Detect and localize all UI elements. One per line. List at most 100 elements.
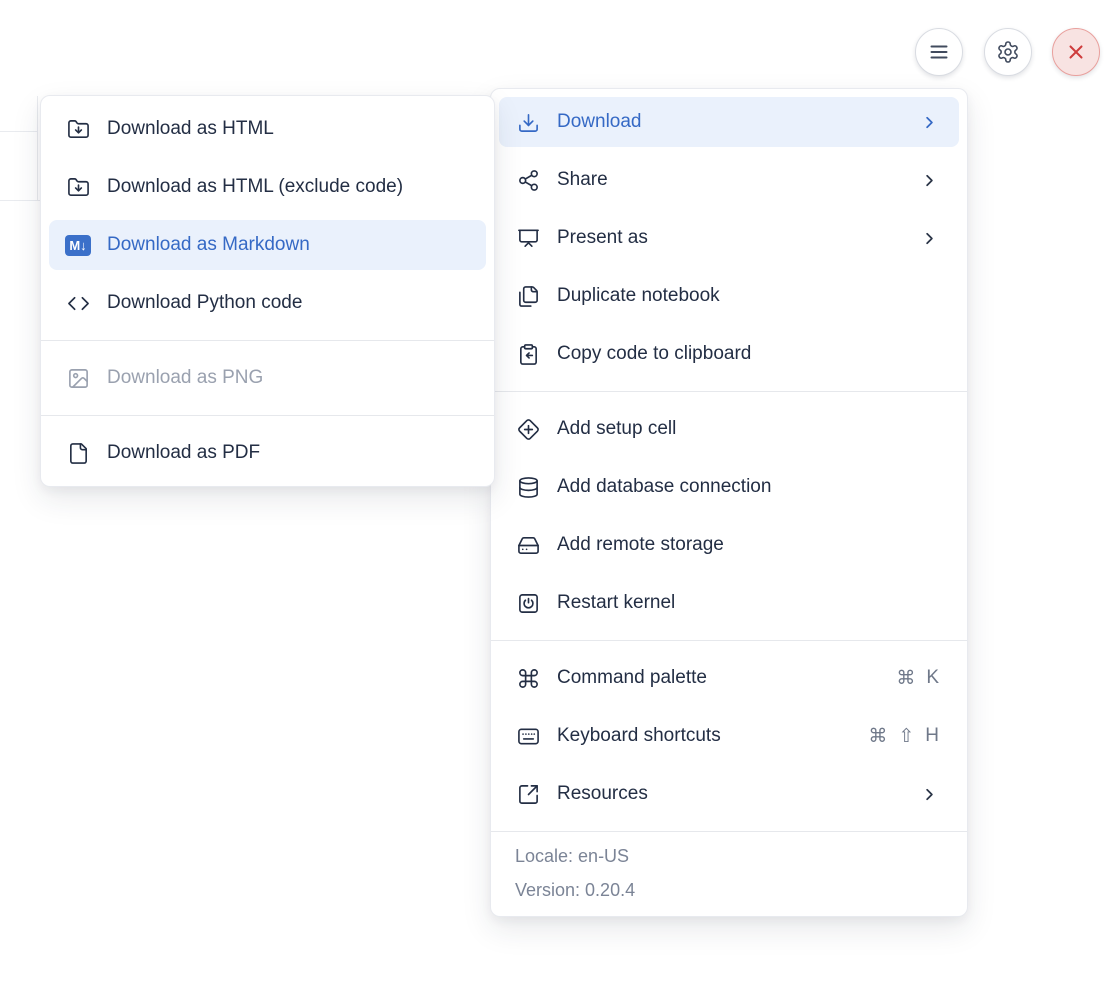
menu-separator xyxy=(491,640,967,641)
version-text: Version: 0.20.4 xyxy=(515,873,943,907)
menu-item-icon-wrap xyxy=(515,341,541,367)
menu-item-icon-wrap xyxy=(515,109,541,135)
menu-item-present-as[interactable]: Present as xyxy=(499,213,959,263)
locale-text: Locale: en-US xyxy=(515,839,943,873)
menu-item-icon-wrap xyxy=(65,174,91,200)
menu-item-icon-wrap xyxy=(65,290,91,316)
hamburger-icon xyxy=(927,40,951,64)
power-square-icon xyxy=(517,592,540,615)
page-edge-line-vertical xyxy=(37,96,38,201)
menu-item-label: Resources xyxy=(557,783,920,805)
external-link-icon xyxy=(517,783,540,806)
menu-item-icon-wrap xyxy=(515,416,541,442)
menu-item-label: Command palette xyxy=(557,667,896,689)
menu-item-download-as-html-exclude-code[interactable]: Download as HTML (exclude code) xyxy=(49,162,486,212)
menu-item-icon-wrap xyxy=(515,167,541,193)
shortcut-key: K xyxy=(926,667,939,689)
menu-item-duplicate-notebook[interactable]: Duplicate notebook xyxy=(499,271,959,321)
shortcut-key: ⇧ xyxy=(898,725,914,748)
menu-item-icon-wrap xyxy=(515,590,541,616)
menu-item-icon-wrap xyxy=(515,781,541,807)
shortcut-key: ⌘ xyxy=(868,725,887,748)
page-edge-line-horizontal-1 xyxy=(0,131,37,132)
menu-item-label: Download as Markdown xyxy=(107,234,466,256)
close-button[interactable] xyxy=(1052,28,1100,76)
shortcut-key: ⌘ xyxy=(896,667,915,690)
clipboard-copy-icon xyxy=(517,343,540,366)
menu-item-icon-wrap xyxy=(65,116,91,142)
menu-item-label: Keyboard shortcuts xyxy=(557,725,868,747)
menu-item-restart-kernel[interactable]: Restart kernel xyxy=(499,578,959,628)
menu-separator xyxy=(41,340,494,341)
menu-item-label: Download xyxy=(557,111,920,133)
menu-item-icon-wrap xyxy=(515,474,541,500)
command-icon xyxy=(517,667,540,690)
submenu-chevron xyxy=(920,171,939,190)
menu-item-label: Add database connection xyxy=(557,476,939,498)
notebook-menu-button[interactable] xyxy=(915,28,963,76)
download-icon xyxy=(517,111,540,134)
menu-item-label: Add remote storage xyxy=(557,534,939,556)
menu-item-download-as-markdown[interactable]: M↓ Download as Markdown xyxy=(49,220,486,270)
chevron-right-icon xyxy=(920,113,939,132)
image-icon xyxy=(67,367,90,390)
menu-item-label: Download as PNG xyxy=(107,367,466,389)
menu-item-icon-wrap xyxy=(515,665,541,691)
menu-item-label: Duplicate notebook xyxy=(557,285,939,307)
folder-download-icon xyxy=(67,176,90,199)
submenu-chevron xyxy=(920,785,939,804)
menu-item-command-palette[interactable]: Command palette⌘K xyxy=(499,653,959,703)
menu-item-label: Download as HTML xyxy=(107,118,466,140)
markdown-badge-icon: M↓ xyxy=(65,235,91,256)
menu-item-icon-wrap xyxy=(515,532,541,558)
chevron-right-icon xyxy=(920,229,939,248)
code-icon xyxy=(67,292,90,315)
shortcut-hint: ⌘ ⇧ H xyxy=(868,725,939,748)
shortcut-hint: ⌘K xyxy=(896,667,939,690)
menu-item-add-database-connection[interactable]: Add database connection xyxy=(499,462,959,512)
menu-item-icon-wrap xyxy=(515,283,541,309)
menu-item-label: Copy code to clipboard xyxy=(557,343,939,365)
gear-icon xyxy=(996,40,1020,64)
menu-footer: Locale: en-US Version: 0.20.4 xyxy=(491,831,967,916)
menu-item-share[interactable]: Share xyxy=(499,155,959,205)
chevron-right-icon xyxy=(920,785,939,804)
diamond-plus-icon xyxy=(517,418,540,441)
settings-button[interactable] xyxy=(984,28,1032,76)
share-icon xyxy=(517,169,540,192)
presentation-icon xyxy=(517,227,540,250)
menu-item-label: Download as PDF xyxy=(107,442,466,464)
menu-item-copy-code-to-clipboard[interactable]: Copy code to clipboard xyxy=(499,329,959,379)
menu-item-label: Restart kernel xyxy=(557,592,939,614)
download-submenu-panel: Download as HTML Download as HTML (exclud… xyxy=(40,95,495,487)
submenu-chevron xyxy=(920,229,939,248)
menu-item-add-remote-storage[interactable]: Add remote storage xyxy=(499,520,959,570)
close-icon xyxy=(1065,41,1087,63)
chevron-right-icon xyxy=(920,171,939,190)
menu-item-label: Share xyxy=(557,169,920,191)
notebook-menu-panel: Download Share Present as Duplicate noteboo… xyxy=(490,88,968,917)
menu-item-icon-wrap xyxy=(515,723,541,749)
file-icon xyxy=(67,442,90,465)
menu-item-download-as-pdf[interactable]: Download as PDF xyxy=(49,428,486,478)
keyboard-icon xyxy=(517,725,540,748)
menu-item-icon-wrap xyxy=(65,440,91,466)
duplicate-pages-icon xyxy=(517,285,540,308)
menu-item-label: Download as HTML (exclude code) xyxy=(107,176,466,198)
menu-item-download[interactable]: Download xyxy=(499,97,959,147)
menu-item-icon-wrap xyxy=(65,365,91,391)
menu-item-label: Add setup cell xyxy=(557,418,939,440)
shortcut-key: H xyxy=(925,725,939,747)
menu-item-download-python-code[interactable]: Download Python code xyxy=(49,278,486,328)
menu-item-download-as-png: Download as PNG xyxy=(49,353,486,403)
folder-download-icon xyxy=(67,118,90,141)
database-icon xyxy=(517,476,540,499)
menu-item-keyboard-shortcuts[interactable]: Keyboard shortcuts⌘ ⇧ H xyxy=(499,711,959,761)
menu-item-label: Present as xyxy=(557,227,920,249)
menu-item-download-as-html[interactable]: Download as HTML xyxy=(49,104,486,154)
menu-item-label: Download Python code xyxy=(107,292,466,314)
menu-item-resources[interactable]: Resources xyxy=(499,769,959,819)
menu-item-add-setup-cell[interactable]: Add setup cell xyxy=(499,404,959,454)
menu-item-icon-wrap xyxy=(515,225,541,251)
submenu-chevron xyxy=(920,113,939,132)
